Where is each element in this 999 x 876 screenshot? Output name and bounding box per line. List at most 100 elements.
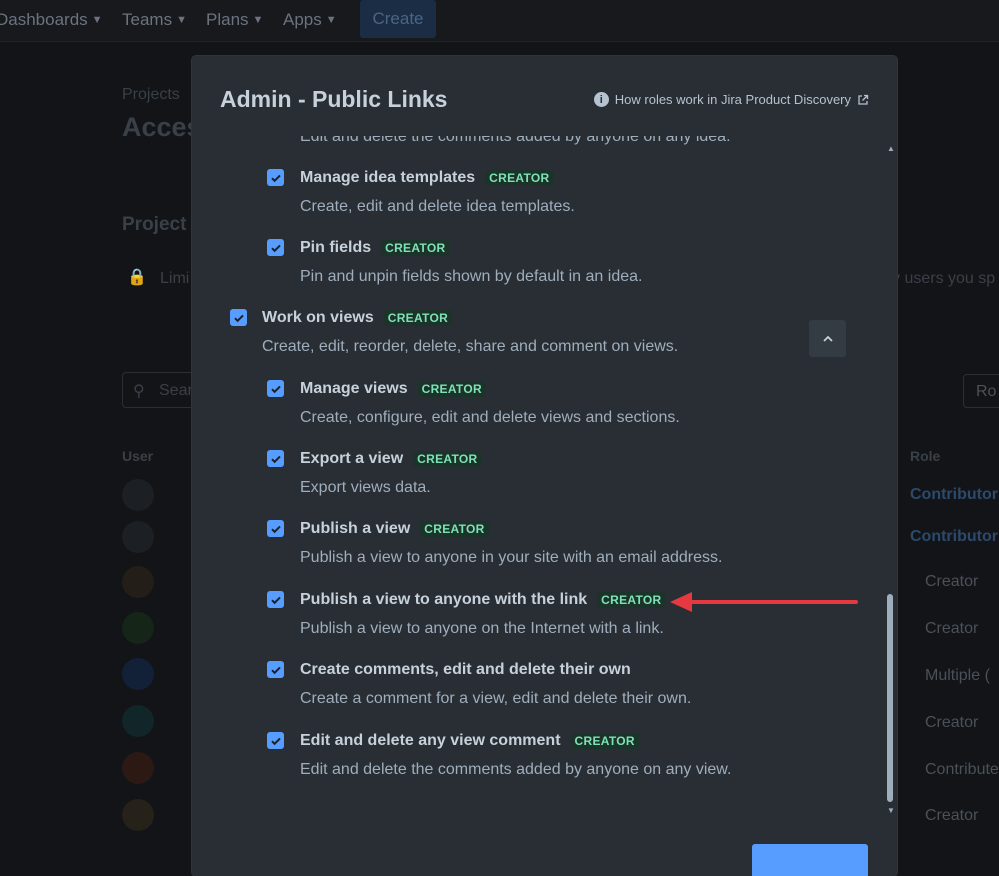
role-filter-button[interactable]: Ro: [963, 374, 999, 408]
role-badge: CREATOR: [597, 592, 666, 608]
permission-description: Publish a view to anyone on the Internet…: [300, 620, 664, 637]
permission-title: Manage idea templates: [300, 169, 476, 186]
permission-description: Create, configure, edit and delete views…: [300, 409, 680, 426]
check-icon: [270, 385, 281, 393]
permission-checkbox[interactable]: [267, 591, 284, 608]
modal-title: Admin - Public Links: [220, 86, 448, 112]
avatar: [122, 752, 154, 784]
permission-description: Create, edit and delete idea templates.: [300, 198, 575, 215]
role-badge: CREATOR: [570, 733, 639, 749]
lock-icon: 🔒: [127, 269, 147, 286]
create-button[interactable]: Create: [360, 0, 436, 38]
column-header-user: User: [122, 448, 154, 464]
permission-item: Work on views CREATOR: [262, 309, 453, 327]
permission-checkbox[interactable]: [230, 309, 247, 326]
permission-description: Pin and unpin fields shown by default in…: [300, 268, 643, 285]
avatar: [122, 566, 154, 598]
breadcrumb[interactable]: Projects: [122, 86, 180, 104]
chevron-down-icon: ▼: [325, 14, 337, 26]
permission-checkbox[interactable]: [267, 732, 284, 749]
check-icon: [233, 314, 244, 322]
permission-title: Publish a view: [300, 520, 411, 537]
nav-teams-label: Teams: [122, 10, 173, 29]
permission-description: Edit and delete the comments added by an…: [300, 136, 731, 145]
permission-checkbox[interactable]: [267, 169, 284, 186]
chevron-down-icon: ▼: [252, 14, 264, 26]
permission-title: Manage views: [300, 380, 408, 397]
permission-title: Create comments, edit and delete their o…: [300, 661, 631, 678]
role-badge: CREATOR: [485, 170, 554, 186]
check-icon: [270, 596, 281, 604]
role-badge: CREATOR: [381, 240, 450, 256]
permission-checkbox[interactable]: [267, 661, 284, 678]
nav-plans-label: Plans: [206, 10, 249, 29]
collapse-button[interactable]: [809, 320, 846, 357]
role-cell[interactable]: Creator: [925, 807, 978, 825]
role-cell[interactable]: Contribute: [925, 761, 999, 779]
permission-item: Pin fields CREATOR: [300, 239, 450, 257]
role-cell[interactable]: Creator: [925, 620, 978, 638]
chevron-down-icon: ▼: [176, 14, 187, 26]
nav-teams[interactable]: Teams ▼: [122, 10, 187, 30]
role-badge: CREATOR: [420, 521, 489, 537]
public-links-modal: Admin - Public Links i How roles work in…: [192, 56, 897, 876]
chevron-down-icon: ▼: [91, 14, 103, 26]
permission-title: Export a view: [300, 450, 404, 467]
avatar: [122, 705, 154, 737]
role-cell[interactable]: Multiple (: [925, 667, 990, 685]
external-link-icon: [858, 94, 869, 105]
role-cell[interactable]: Creator: [925, 714, 978, 732]
permission-description: Edit and delete the comments added by an…: [300, 761, 732, 778]
role-cell[interactable]: Creator: [925, 573, 978, 591]
check-icon: [270, 525, 281, 533]
nav-dashboards[interactable]: Dashboards ▼: [0, 10, 103, 30]
role-cell[interactable]: Contributor: [910, 528, 998, 546]
top-navigation: Dashboards ▼ Teams ▼ Plans ▼ Apps ▼ Create: [0, 0, 999, 42]
nav-plans[interactable]: Plans ▼: [206, 10, 263, 30]
permission-title: Edit and delete any view comment: [300, 732, 561, 749]
avatar: [122, 521, 154, 553]
permission-checkbox[interactable]: [267, 450, 284, 467]
permissions-list[interactable]: Edit and delete the comments added by an…: [192, 136, 897, 806]
avatar: [122, 479, 154, 511]
permission-title: Publish a view to anyone with the link: [300, 591, 588, 608]
chevron-up-icon: [822, 335, 833, 342]
permission-description: Create, edit, reorder, delete, share and…: [262, 338, 679, 355]
role-cell[interactable]: Contributor: [910, 486, 998, 504]
permission-item: Publish a view to anyone with the link CR…: [300, 591, 666, 609]
lock-text-right: y users you sp: [892, 270, 996, 287]
scroll-up-arrow-icon[interactable]: ▲: [887, 144, 895, 153]
permission-title: Work on views: [262, 309, 374, 326]
nav-apps[interactable]: Apps ▼: [283, 10, 337, 30]
scrollbar-thumb[interactable]: [887, 594, 893, 802]
permission-item: Publish a view CREATOR: [300, 520, 489, 538]
permission-item: Edit and delete any view comment CREATOR: [300, 732, 639, 750]
check-icon: [270, 666, 281, 674]
permission-checkbox[interactable]: [267, 380, 284, 397]
permission-item: Create comments, edit and delete their o…: [300, 661, 631, 679]
permission-item: Export a view CREATOR: [300, 450, 482, 468]
permission-description: Publish a view to anyone in your site wi…: [300, 549, 723, 566]
permission-item: Manage idea templates CREATOR: [300, 169, 554, 187]
permission-description: Export views data.: [300, 479, 431, 496]
check-icon: [270, 174, 281, 182]
nav-apps-label: Apps: [283, 10, 322, 29]
info-icon: i: [593, 92, 609, 107]
avatar: [122, 799, 154, 831]
section-title: Project a: [122, 214, 203, 235]
check-icon: [270, 455, 281, 463]
permission-item: Manage views CREATOR: [300, 380, 486, 398]
permission-checkbox[interactable]: [267, 520, 284, 537]
permission-checkbox[interactable]: [267, 239, 284, 256]
roles-help-link[interactable]: i How roles work in Jira Product Discove…: [593, 92, 869, 107]
check-icon: [270, 737, 281, 745]
role-badge: CREATOR: [413, 451, 482, 467]
annotation-arrow-icon: [670, 592, 858, 612]
role-badge: CREATOR: [383, 310, 453, 326]
lock-text: Limi: [160, 270, 190, 287]
scroll-down-arrow-icon[interactable]: ▼: [887, 806, 895, 815]
search-icon: ⚲: [133, 383, 145, 400]
primary-footer-button[interactable]: [752, 844, 868, 876]
permission-title: Pin fields: [300, 239, 372, 256]
avatar: [122, 658, 154, 690]
